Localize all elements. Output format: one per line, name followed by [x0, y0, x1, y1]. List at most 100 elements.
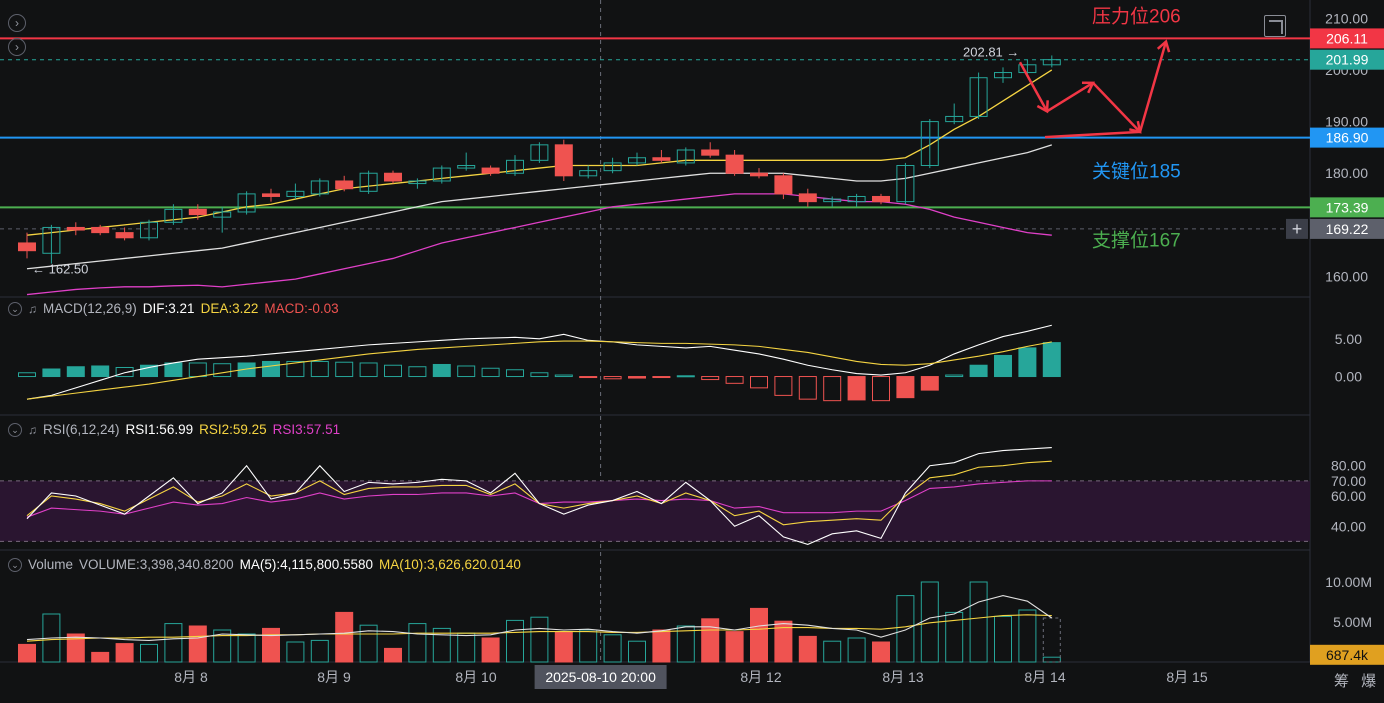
macd-axis-tick: 5.00 [1335, 331, 1362, 347]
corner-label: 筹 爆 [1334, 673, 1381, 690]
macd-histogram-bar [384, 364, 402, 378]
alert-bell-icon[interactable]: ♫ [28, 423, 37, 437]
macd-histogram-bar [823, 376, 842, 402]
candle-down [750, 172, 768, 177]
crosshair-time-label: 2025-08-10 20:00 [545, 669, 656, 685]
time-axis-tick: 8月 13 [882, 669, 923, 685]
level-annotation: 支撑位167 [1092, 229, 1181, 251]
price-level-label: 169.22 [1326, 221, 1369, 237]
forecast-arrow [1044, 130, 1141, 139]
macd-dea-value: DEA:3.22 [200, 301, 259, 316]
macd-histogram-bar [91, 365, 110, 378]
volume-bar [847, 637, 866, 663]
volume-bar [530, 616, 549, 663]
price-axis-tick: 210.00 [1325, 10, 1368, 26]
volume-bar [1018, 609, 1037, 663]
macd-histogram-bar [481, 367, 500, 378]
candle-down [798, 193, 817, 203]
volume-bar [237, 633, 256, 663]
volume-bar [750, 607, 768, 663]
candle-down [774, 175, 793, 195]
collapse-panel-button[interactable]: › [8, 14, 26, 32]
volume-bar [603, 634, 622, 663]
macd-histogram-bar [579, 376, 598, 379]
candle-down [335, 180, 354, 190]
candle-down [262, 193, 280, 197]
macd-histogram-bar [18, 372, 36, 378]
alert-bell-icon[interactable]: ♫ [28, 302, 37, 316]
candle-down [481, 167, 500, 174]
chart-canvas[interactable]: 210.00200.00190.00180.00160.00202.81 →← … [0, 0, 1384, 698]
time-axis-tick: 8月 14 [1024, 669, 1065, 685]
time-axis-tick: 8月 15 [1166, 669, 1207, 685]
macd-value: MACD:-0.03 [264, 301, 339, 316]
collapse-indicator-icon[interactable]: ⌄ [8, 422, 22, 437]
macd-histogram-bar [335, 361, 354, 378]
macd-histogram-bar [1042, 342, 1061, 378]
volume-axis-tick: 10.00M [1325, 574, 1372, 590]
candle-down [701, 149, 720, 156]
macd-legend: ⌄ ♫ MACD(12,26,9) DIF:3.21 DEA:3.22 MACD… [8, 301, 339, 316]
macd-histogram-bar [213, 363, 232, 378]
macd-histogram-bar [42, 368, 61, 378]
rsi2-value: RSI2:59.25 [199, 422, 267, 437]
price-level-label: 201.99 [1326, 52, 1369, 68]
macd-histogram-bar [408, 366, 427, 378]
volume-bar [994, 615, 1012, 663]
macd-histogram-bar [847, 376, 866, 401]
fullscreen-icon[interactable] [1264, 15, 1286, 37]
macd-histogram-bar [798, 376, 817, 400]
collapse-indicator-icon[interactable]: ⌄ [8, 557, 22, 572]
forecast-arrow [1138, 41, 1168, 133]
macd-histogram-bar [1018, 347, 1037, 378]
macd-histogram-bar [701, 376, 720, 381]
volume-bar [798, 635, 817, 663]
macd-histogram-bar [676, 375, 695, 378]
candle-down [18, 242, 36, 252]
stock-chart[interactable]: 210.00 200.00 190.00 180.00 160.00 202.81 → ← … [0, 0, 1384, 698]
candle-down [66, 226, 85, 231]
forecast-arrow [1046, 81, 1094, 113]
volume-ma5-value: MA(5):4,115,800.5580 [239, 557, 373, 572]
time-axis-tick: 8月 10 [455, 669, 496, 685]
price-axis-tick: 160.00 [1325, 269, 1368, 285]
volume-bar [140, 643, 158, 663]
price-level-label: 206.11 [1326, 30, 1368, 46]
macd-histogram-bar [603, 376, 622, 380]
volume-bar [1042, 656, 1061, 663]
macd-histogram-bar [188, 362, 207, 378]
macd-histogram-bar [310, 360, 329, 378]
rsi-name: RSI(6,12,24) [43, 422, 120, 437]
volume-bar [164, 623, 183, 663]
rsi-axis-tick: 70.00 [1331, 473, 1366, 489]
macd-histogram-bar [920, 376, 939, 391]
volume-bar [310, 639, 329, 663]
volume-bar [554, 631, 573, 663]
volume-projection-bar [1042, 617, 1061, 663]
candle-down [115, 232, 134, 239]
macd-histogram-bar [554, 374, 573, 378]
macd-histogram-bar [774, 376, 793, 396]
macd-histogram-bar [969, 364, 988, 378]
candle-down [872, 195, 890, 203]
candle-down [188, 208, 207, 216]
macd-histogram-bar [872, 376, 890, 402]
collapse-indicator-icon[interactable]: ⌄ [8, 301, 22, 316]
macd-histogram-bar [628, 376, 646, 379]
volume-bar [506, 619, 524, 663]
add-alert-button[interactable]: + [1292, 219, 1303, 239]
high-marker: 202.81 → [963, 44, 1019, 59]
volume-bar [652, 629, 671, 663]
rsi-axis-tick: 40.00 [1331, 518, 1366, 534]
candle-down [384, 172, 402, 182]
expand-panel-button[interactable]: › [8, 38, 26, 56]
volume-bar [701, 618, 720, 663]
volume-bar [91, 651, 110, 663]
volume-bar [188, 625, 207, 663]
macd-histogram-bar [994, 354, 1012, 378]
macd-histogram-bar [725, 376, 744, 384]
volume-bar [18, 643, 36, 663]
rsi3-value: RSI3:57.51 [272, 422, 341, 437]
volume-ma5-line [26, 595, 1053, 641]
volume-bar [823, 640, 842, 663]
